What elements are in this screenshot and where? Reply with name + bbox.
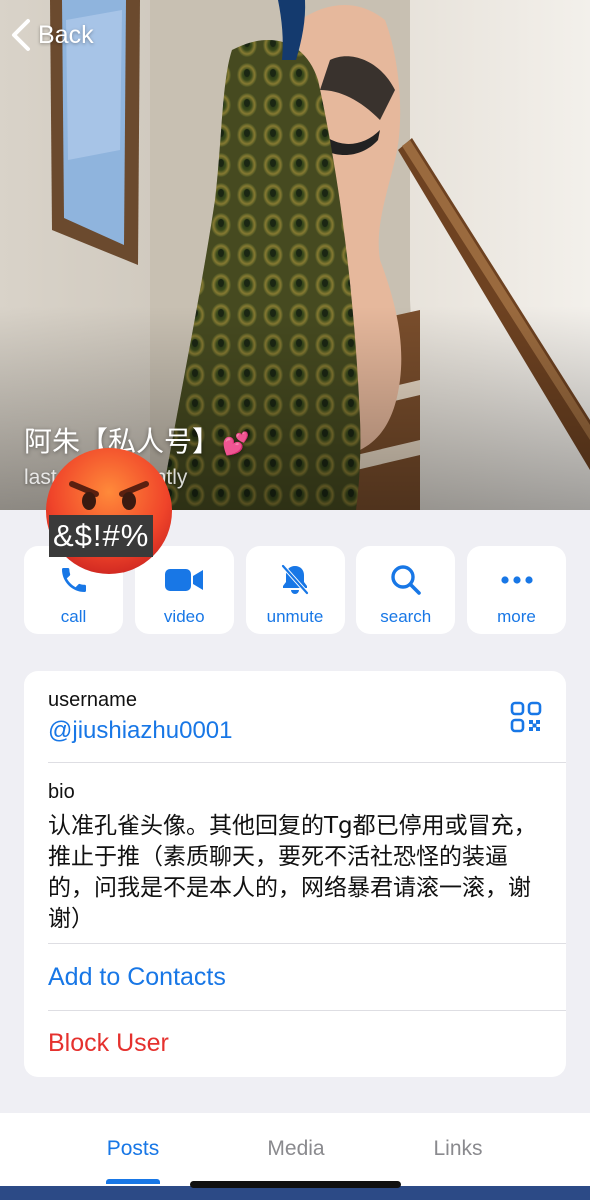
- home-indicator[interactable]: [190, 1181, 401, 1188]
- profile-photo[interactable]: Back 阿朱【私人号】💕 last seen recently: [0, 0, 590, 510]
- unmute-button[interactable]: unmute: [245, 546, 345, 634]
- ellipsis-icon: [500, 576, 533, 584]
- censor-symbols: &$!#%: [49, 515, 154, 557]
- username-value[interactable]: @jiushiazhu0001: [48, 717, 566, 745]
- bio-caption: bio: [48, 781, 75, 803]
- two-hearts-icon: 💕: [222, 432, 250, 457]
- divider: [48, 762, 566, 763]
- block-user-button[interactable]: Block User: [48, 1029, 566, 1058]
- info-card: username @jiushiazhu0001 bio 认准孔雀头像。其他回复…: [24, 671, 566, 1077]
- divider: [48, 1010, 566, 1011]
- add-to-contacts-button[interactable]: Add to Contacts: [48, 963, 566, 992]
- chevron-left-icon: [12, 19, 30, 51]
- back-button[interactable]: Back: [10, 16, 94, 54]
- call-label: call: [60, 607, 87, 626]
- search-button[interactable]: search: [356, 546, 456, 634]
- active-tab-indicator: [106, 1179, 160, 1184]
- tab-links[interactable]: Links: [360, 1137, 556, 1161]
- divider: [48, 943, 566, 944]
- bio-text: 认准孔雀头像。其他回复的Tg都已停用或冒充，推止于推（素质聊天，要死不活社恐怪的…: [48, 813, 537, 932]
- qr-code-icon: [510, 701, 542, 733]
- username-caption: username: [48, 689, 137, 711]
- more-label: more: [497, 607, 536, 626]
- bell-slash-icon: [281, 564, 309, 595]
- qr-code-button[interactable]: [510, 701, 542, 737]
- search-label: search: [380, 607, 432, 626]
- more-button[interactable]: more: [467, 546, 566, 634]
- video-label: video: [163, 607, 205, 626]
- unmute-label: unmute: [266, 607, 324, 626]
- magnifier-icon: [391, 565, 421, 595]
- back-label: Back: [38, 20, 94, 49]
- content-preview-strip: [0, 1186, 590, 1200]
